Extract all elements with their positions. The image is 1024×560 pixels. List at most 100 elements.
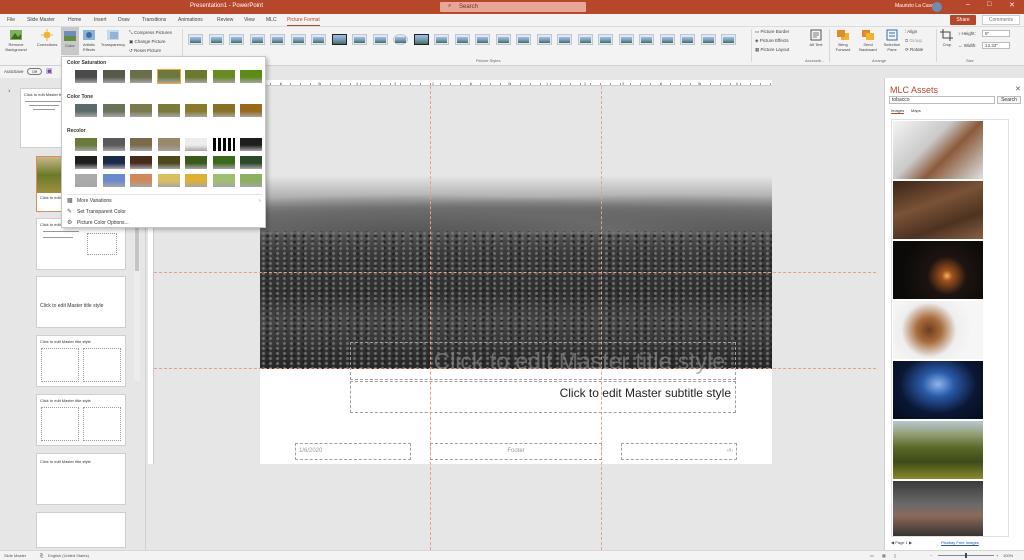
crop-button[interactable]: Crop <box>939 29 955 47</box>
color-swatch[interactable] <box>101 137 126 152</box>
accessibility-icon[interactable]: ⎘ <box>40 553 43 558</box>
color-swatch[interactable] <box>129 137 153 152</box>
color-swatch[interactable] <box>156 103 181 118</box>
subtitle-placeholder[interactable]: Click to edit Master subtitle style <box>350 381 736 413</box>
zoom-slider-thumb[interactable] <box>965 553 967 558</box>
comments-button[interactable]: Comments <box>982 15 1020 25</box>
tab-insert[interactable]: Insert <box>94 17 107 23</box>
color-swatch[interactable] <box>101 173 126 188</box>
search-box[interactable]: ⌕ Search <box>440 2 586 12</box>
color-swatch[interactable] <box>184 69 208 84</box>
picture-style-option[interactable] <box>208 34 224 45</box>
picture-effects-button[interactable]: ◈ Picture Effects <box>755 38 789 44</box>
color-swatch[interactable] <box>129 103 153 118</box>
autosave-toggle[interactable]: Off <box>27 68 42 75</box>
color-swatch[interactable] <box>74 69 98 84</box>
artistic-effects-button[interactable]: Artistic Effects <box>80 29 98 52</box>
asset-image-cigarettes[interactable] <box>893 121 983 179</box>
color-swatch[interactable] <box>184 173 208 188</box>
tab-maps[interactable]: Maps <box>911 108 921 113</box>
group-button[interactable]: ⧉ Group <box>905 38 922 43</box>
compress-pictures-button[interactable]: ⤡ Compress Pictures <box>129 30 172 35</box>
picture-style-option[interactable] <box>598 34 613 45</box>
picture-style-option[interactable] <box>290 34 306 45</box>
color-swatch[interactable] <box>101 155 126 170</box>
picture-style-option[interactable] <box>516 34 531 45</box>
picture-style-option[interactable] <box>249 34 265 45</box>
date-placeholder[interactable]: 1/6/2020 <box>295 443 411 460</box>
slide-thumbnail-layout[interactable] <box>36 512 126 548</box>
picture-style-option[interactable] <box>311 34 326 45</box>
vertical-guide[interactable] <box>601 86 602 550</box>
picture-border-button[interactable]: ▭ Picture Border <box>755 29 789 35</box>
reset-picture-button[interactable]: ↺ Reset Picture <box>129 48 161 54</box>
zoom-in-icon[interactable]: + <box>996 553 998 558</box>
picture-style-option[interactable] <box>229 34 244 45</box>
picture-style-option[interactable] <box>331 34 347 45</box>
picture-style-option[interactable] <box>536 34 552 45</box>
color-swatch[interactable] <box>211 137 236 152</box>
color-swatch[interactable] <box>101 103 126 118</box>
maximize-button[interactable]: □ <box>987 1 991 8</box>
asset-image-tobacco-field[interactable] <box>893 421 983 479</box>
slide-thumbnail-layout[interactable]: Click to edit Master title style <box>36 453 126 505</box>
change-picture-button[interactable]: ▣ Change Picture <box>129 39 166 45</box>
color-swatch[interactable] <box>239 137 263 152</box>
color-swatch[interactable] <box>211 155 236 170</box>
picture-style-option[interactable] <box>557 34 572 45</box>
tab-transitions[interactable]: Transitions <box>142 17 166 23</box>
color-swatch[interactable] <box>129 173 153 188</box>
asset-search-input[interactable]: tobacco <box>889 96 995 104</box>
tab-mlc[interactable]: MLC <box>266 17 277 23</box>
asset-search-button[interactable]: Search <box>997 96 1021 104</box>
color-swatch[interactable] <box>184 103 208 118</box>
tab-home[interactable]: Home <box>68 17 81 23</box>
slide-master-canvas[interactable]: Click to edit Master title style Click t… <box>260 176 772 464</box>
share-button[interactable]: Share <box>950 15 976 25</box>
picture-style-option[interactable] <box>495 34 511 45</box>
color-swatch[interactable] <box>211 173 236 188</box>
normal-view-icon[interactable]: ▭ <box>870 553 874 558</box>
more-variations-item[interactable]: More Variations <box>77 198 112 204</box>
color-swatch[interactable] <box>239 173 263 188</box>
color-swatch[interactable] <box>211 69 236 84</box>
asset-image-blue-smoke[interactable] <box>893 361 983 419</box>
tab-picture-format[interactable]: Picture Format <box>287 17 320 26</box>
set-transparent-color-item[interactable]: Set Transparent Color <box>77 209 126 215</box>
save-icon[interactable]: ▣ <box>46 67 53 75</box>
picture-style-option[interactable] <box>270 34 285 45</box>
asset-image-tobacco-leaves[interactable] <box>893 181 983 239</box>
width-input[interactable]: 13.33" <box>982 42 1010 49</box>
pixabay-link[interactable]: Pixabay Free Images <box>941 540 979 545</box>
tab-animations[interactable]: Animations <box>178 17 203 23</box>
minimize-button[interactable]: – <box>966 1 970 8</box>
title-placeholder[interactable]: Click to edit Master title style <box>350 342 736 380</box>
tab-images[interactable]: Images <box>891 108 905 114</box>
asset-image-person-smoking[interactable] <box>893 481 983 536</box>
close-icon[interactable]: ✕ <box>1015 85 1021 93</box>
zoom-level[interactable]: 100% <box>1003 553 1013 558</box>
color-swatch[interactable] <box>74 137 98 152</box>
send-backward-button[interactable]: Send Backward <box>856 29 880 52</box>
picture-style-option[interactable] <box>680 34 695 45</box>
reading-view-icon[interactable]: ▯ <box>894 553 896 558</box>
color-swatch[interactable] <box>74 103 98 118</box>
sorter-view-icon[interactable]: ▦ <box>882 553 886 558</box>
status-language[interactable]: English (United States) <box>48 553 89 558</box>
color-swatch[interactable] <box>156 173 181 188</box>
picture-style-option[interactable] <box>413 34 429 45</box>
picture-style-option[interactable] <box>393 34 408 45</box>
color-swatch[interactable] <box>156 69 181 84</box>
footer-placeholder[interactable]: Footer <box>430 443 602 460</box>
tab-view[interactable]: View <box>244 17 255 23</box>
picture-style-option[interactable] <box>618 34 634 45</box>
corrections-button[interactable]: Corrections <box>34 29 60 47</box>
picture-style-option[interactable] <box>352 34 367 45</box>
picture-style-option[interactable] <box>639 34 654 45</box>
close-button[interactable]: ✕ <box>1009 1 1015 9</box>
picture-style-option[interactable] <box>434 34 449 45</box>
asset-image-burning-cigarette[interactable] <box>893 241 983 299</box>
color-swatch[interactable] <box>101 69 126 84</box>
picture-style-option[interactable] <box>372 34 388 45</box>
next-page-icon[interactable]: ▶ <box>908 540 912 545</box>
